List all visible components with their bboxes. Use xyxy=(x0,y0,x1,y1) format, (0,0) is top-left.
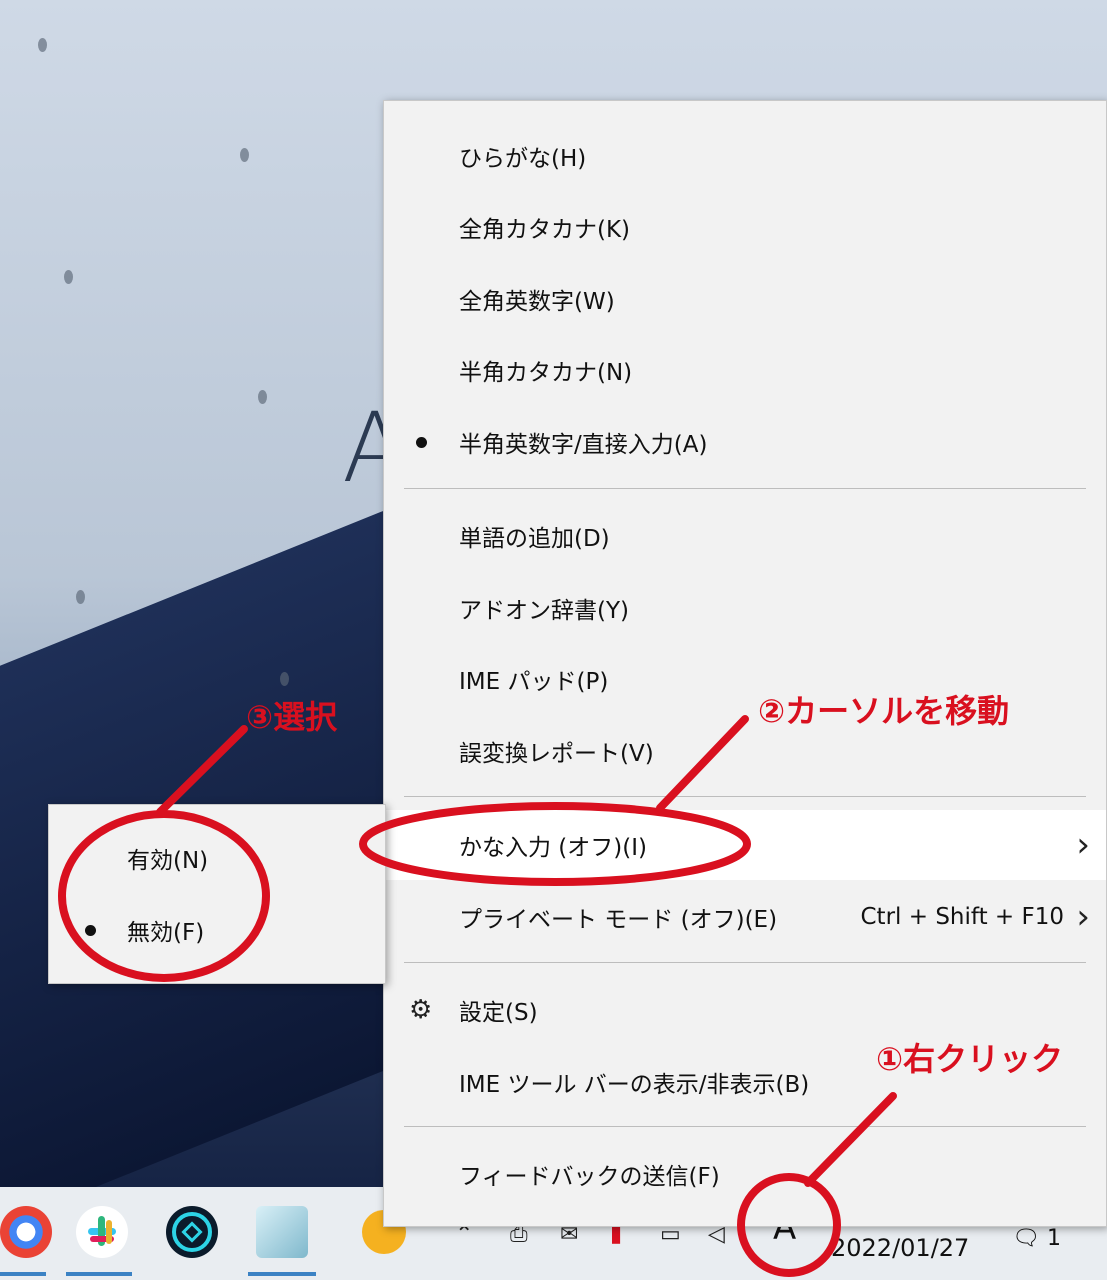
annotation-step2: ②カーソルを移動 xyxy=(758,692,1010,730)
annotation-step3: ③選択 xyxy=(246,698,338,736)
highlight-ellipse-kana xyxy=(359,802,751,886)
annotation-step1: ①右クリック xyxy=(876,1040,1064,1078)
highlight-circle-ime xyxy=(737,1173,841,1277)
pointer-line-step2 xyxy=(656,715,749,812)
pointer-line-step1 xyxy=(804,1092,897,1187)
pointer-line-step3 xyxy=(156,725,248,816)
highlight-ellipse-submenu xyxy=(58,810,270,982)
annotation-overlay xyxy=(58,715,897,1277)
